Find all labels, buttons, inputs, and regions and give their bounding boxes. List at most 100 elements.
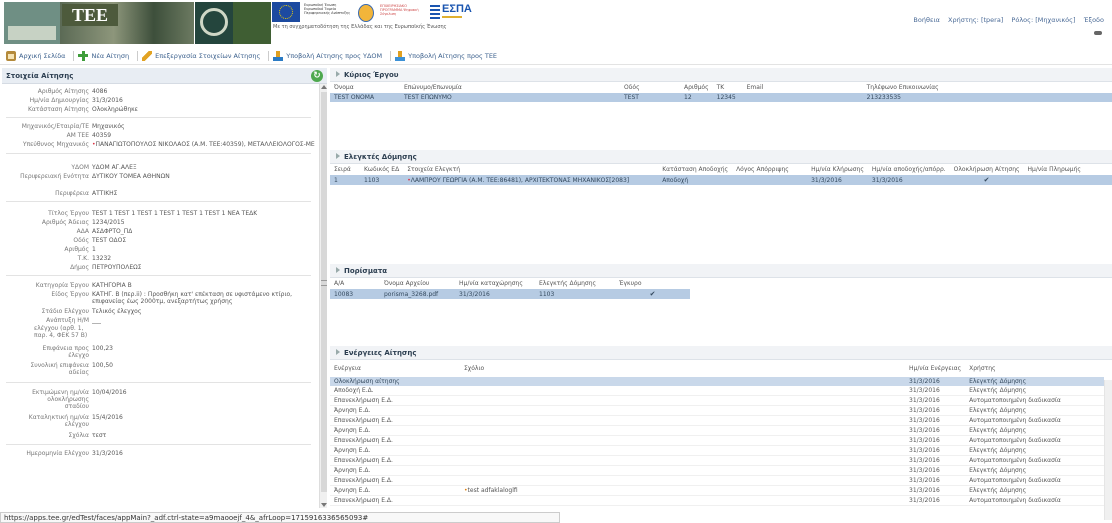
table-row[interactable]: Άρνηση Ε.Δ. •test adfaklaloglfi 31/3/2016 Ε… bbox=[330, 485, 1104, 496]
field-value: τεστ bbox=[92, 432, 107, 439]
table-row[interactable]: Επανεκλήρωση Ε.Δ. 31/3/2016 Αυτοματοποιημέ… bbox=[330, 475, 1104, 486]
field-row: Στάδιο Ελέγχου Τελικός έλεγχος bbox=[2, 308, 142, 315]
check-icon: ✔ bbox=[615, 289, 690, 299]
findings-header[interactable]: Πορίσματα bbox=[330, 264, 1112, 278]
field-value: Μηχανικός bbox=[92, 123, 125, 130]
new-request-button[interactable]: Νέα Αίτηση bbox=[78, 50, 130, 61]
field-value: ___ bbox=[92, 317, 101, 324]
table-cell: 1103 bbox=[360, 175, 404, 185]
toolbar-divider bbox=[73, 50, 75, 61]
collapse-icon[interactable] bbox=[336, 349, 340, 355]
table-cell: Άρνηση Ε.Δ. bbox=[330, 405, 460, 416]
field-row: Καταληκτική ημ/νία ελέγχου 15/4/2016 bbox=[2, 414, 123, 428]
home-label: Αρχική Σελίδα bbox=[19, 51, 66, 60]
table-cell: 31/3/2016 bbox=[905, 445, 966, 456]
field-value: TEST ΟΔΟΣ bbox=[92, 237, 127, 244]
table-row[interactable]: Αποδοχή Ε.Δ. 31/3/2016 Ελεγκτής Δόμησης bbox=[330, 386, 1104, 396]
column-header: Στοιχεία Ελεγκτή bbox=[407, 166, 460, 173]
field-label: Ημ/νία Δημιουργίας bbox=[29, 97, 89, 104]
comment-text: test adfaklaloglfi bbox=[467, 487, 518, 494]
column-header: Σειρά bbox=[334, 166, 351, 173]
field-row: Υπεύθυνος Μηχανικός • ΠΑΝΑΓΙΩΤΟΠΟΥΛΟΣ ΝΙΚΟ… bbox=[2, 141, 316, 148]
collapse-icon[interactable] bbox=[336, 267, 340, 273]
tee-logo bbox=[4, 2, 60, 44]
table-row[interactable]: Επανεκλήρωση Ε.Δ. 31/3/2016 Αυτοματοποιημέ… bbox=[330, 435, 1104, 446]
field-value: 1 bbox=[92, 246, 96, 253]
emblem-logo bbox=[195, 2, 233, 44]
field-label: Περιφέρεια bbox=[55, 190, 89, 197]
table-cell: 31/3/2016 bbox=[905, 415, 966, 426]
exit-link[interactable]: Έξοδο bbox=[1084, 16, 1104, 24]
field-row: Τ.Κ. 13232 bbox=[2, 255, 112, 262]
column-header: Ημ/νία καταχώρησης bbox=[459, 280, 523, 287]
table-row[interactable]: Άρνηση Ε.Δ. 31/3/2016 Ελεγκτής Δόμησης bbox=[330, 465, 1104, 476]
table-cell bbox=[460, 386, 905, 396]
table-cell bbox=[460, 495, 905, 506]
tee-text: TEE bbox=[62, 4, 118, 26]
table-row[interactable]: Επανεκλήρωση Ε.Δ. 31/3/2016 Αυτοματοποιημέ… bbox=[330, 455, 1104, 466]
table-row[interactable]: 10083 porisma_3268.pdf 31/3/2016 1103 ✔ bbox=[330, 289, 690, 299]
table-row[interactable]: Ολοκλήρωση αίτησης 31/3/2016 Ελεγκτής Δόμη… bbox=[330, 377, 1104, 386]
table-row[interactable]: Επανεκλήρωση Ε.Δ. 31/3/2016 Αυτοματοποιημέ… bbox=[330, 415, 1104, 426]
edit-request-button[interactable]: Επεξεργασία Στοιχείων Αίτησης bbox=[142, 50, 260, 61]
main-toolbar: Αρχική Σελίδα Νέα Αίτηση Επεξεργασία Στο… bbox=[0, 47, 1112, 65]
new-request-label: Νέα Αίτηση bbox=[91, 51, 130, 60]
table-row[interactable]: Επανεκλήρωση Ε.Δ. 31/3/2016 Αυτοματοποιημέ… bbox=[330, 495, 1104, 506]
owner-header[interactable]: Κύριος Έργου bbox=[330, 68, 1112, 82]
header-banner: TEE Ευρωπαϊκή Ένωση Ευρωπαϊκό Ταμείο Περ… bbox=[0, 0, 1112, 46]
left-scrollbar[interactable] bbox=[319, 84, 327, 508]
table-row[interactable]: Άρνηση Ε.Δ. 31/3/2016 Ελεγκτής Δόμησης bbox=[330, 445, 1104, 456]
table-row[interactable]: Άρνηση Ε.Δ. 31/3/2016 Ελεγκτής Δόμησης bbox=[330, 425, 1104, 436]
field-row: Κατάσταση Αίτησης Ολοκληρώθηκε bbox=[2, 106, 138, 113]
collapse-icon[interactable] bbox=[336, 153, 340, 159]
submit-yaom-button[interactable]: Υποβολή Αίτησης προς ΥΔΟΜ bbox=[273, 50, 382, 61]
inspectors-title: Ελεγκτές Δόμησης bbox=[344, 153, 417, 161]
inspectors-header[interactable]: Ελεγκτές Δόμησης bbox=[330, 150, 1112, 164]
table-cell: 31/3/2016 bbox=[455, 289, 535, 299]
table-cell bbox=[460, 455, 905, 466]
field-row: Ανάπτυξη Η/Μ ___ bbox=[2, 317, 101, 324]
owner-title: Κύριος Έργου bbox=[344, 71, 399, 79]
column-header: Χρήστης bbox=[969, 365, 996, 372]
column-header: Όνομα bbox=[334, 84, 354, 91]
field-label: ΥΔΟΜ bbox=[71, 164, 89, 171]
actions-scrollbar[interactable] bbox=[1104, 380, 1112, 520]
field-row: Κατηγορία Έργου ΚΑΤΗΓΟΡΙΑ Β bbox=[2, 282, 132, 289]
field-value: ΠΕΤΡΟΥΠΟΛΕΩΣ bbox=[92, 264, 142, 271]
table-row[interactable]: Επανεκλήρωση Ε.Δ. 31/3/2016 Αυτοματοποιημέ… bbox=[330, 395, 1104, 406]
column-header: Τηλέφωνο Επικοινωνίας bbox=[866, 84, 939, 91]
help-link[interactable]: Βοήθεια bbox=[913, 16, 940, 24]
submit-tee-button[interactable]: Υποβολή Αίτησης προς ΤΕΕ bbox=[395, 50, 497, 61]
actions-header[interactable]: Ενέργειες Αίτησης bbox=[330, 346, 1112, 360]
table-cell: Ελεγκτής Δόμησης bbox=[965, 386, 1104, 396]
home-button[interactable]: Αρχική Σελίδα bbox=[6, 50, 66, 61]
actions-table: Ενέργεια Σχόλιο Ημ/νία Ενέργειας Χρήστης… bbox=[330, 360, 1104, 506]
field-row: Ημερομηνία Ελέγχου 31/3/2016 bbox=[2, 450, 122, 457]
column-header: Επώνυμο/Επωνυμία bbox=[404, 84, 462, 91]
refresh-icon[interactable]: ↻ bbox=[311, 70, 323, 82]
column-header: Αριθμός bbox=[684, 84, 709, 91]
findings-table: Α/Α Όνομα Αρχείου Ημ/νία καταχώρησης Ελε… bbox=[330, 278, 690, 299]
table-cell: Επανεκλήρωση Ε.Δ. bbox=[330, 435, 460, 446]
table-cell: 31/3/2016 bbox=[905, 465, 966, 476]
digital-convergence-logo bbox=[356, 3, 376, 23]
file-link[interactable]: porisma_3268.pdf bbox=[380, 289, 455, 299]
table-cell bbox=[460, 465, 905, 476]
collapse-icon[interactable] bbox=[336, 71, 340, 77]
field-value: ΥΔΟΜ ΑΓ.ΑΛΕΞ bbox=[92, 164, 137, 171]
upload-icon bbox=[273, 50, 284, 61]
table-cell: 12345 bbox=[712, 93, 743, 102]
column-header: Ολοκλήρωση Αίτησης bbox=[953, 166, 1020, 173]
field-row: Σχόλια τεστ bbox=[2, 432, 107, 439]
toggle-icon[interactable] bbox=[1094, 31, 1102, 35]
field-value: 10/04/2016 bbox=[92, 389, 127, 396]
table-row[interactable]: TEST ONOMA TEST ΕΠΩΝΥΜΟ TEST 12 12345 21… bbox=[330, 93, 1112, 102]
table-cell: 31/3/2016 bbox=[905, 425, 966, 436]
table-row[interactable]: Άρνηση Ε.Δ. 31/3/2016 Ελεγκτής Δόμησης bbox=[330, 405, 1104, 416]
table-row[interactable]: 1 1103 •ΛΑΜΠΡΟΥ ΓΕΩΡΓΙΑ (Α.Μ. ΤΕΕ:86481)… bbox=[330, 175, 1112, 185]
table-cell: Αυτοματοποιημένη διαδικασία bbox=[965, 435, 1104, 446]
table-cell: Επανεκλήρωση Ε.Δ. bbox=[330, 395, 460, 406]
column-header: Ενέργεια bbox=[334, 365, 361, 372]
column-header: Λόγος Απόρριψης bbox=[736, 166, 789, 173]
table-cell[interactable]: 10083 bbox=[330, 289, 380, 299]
